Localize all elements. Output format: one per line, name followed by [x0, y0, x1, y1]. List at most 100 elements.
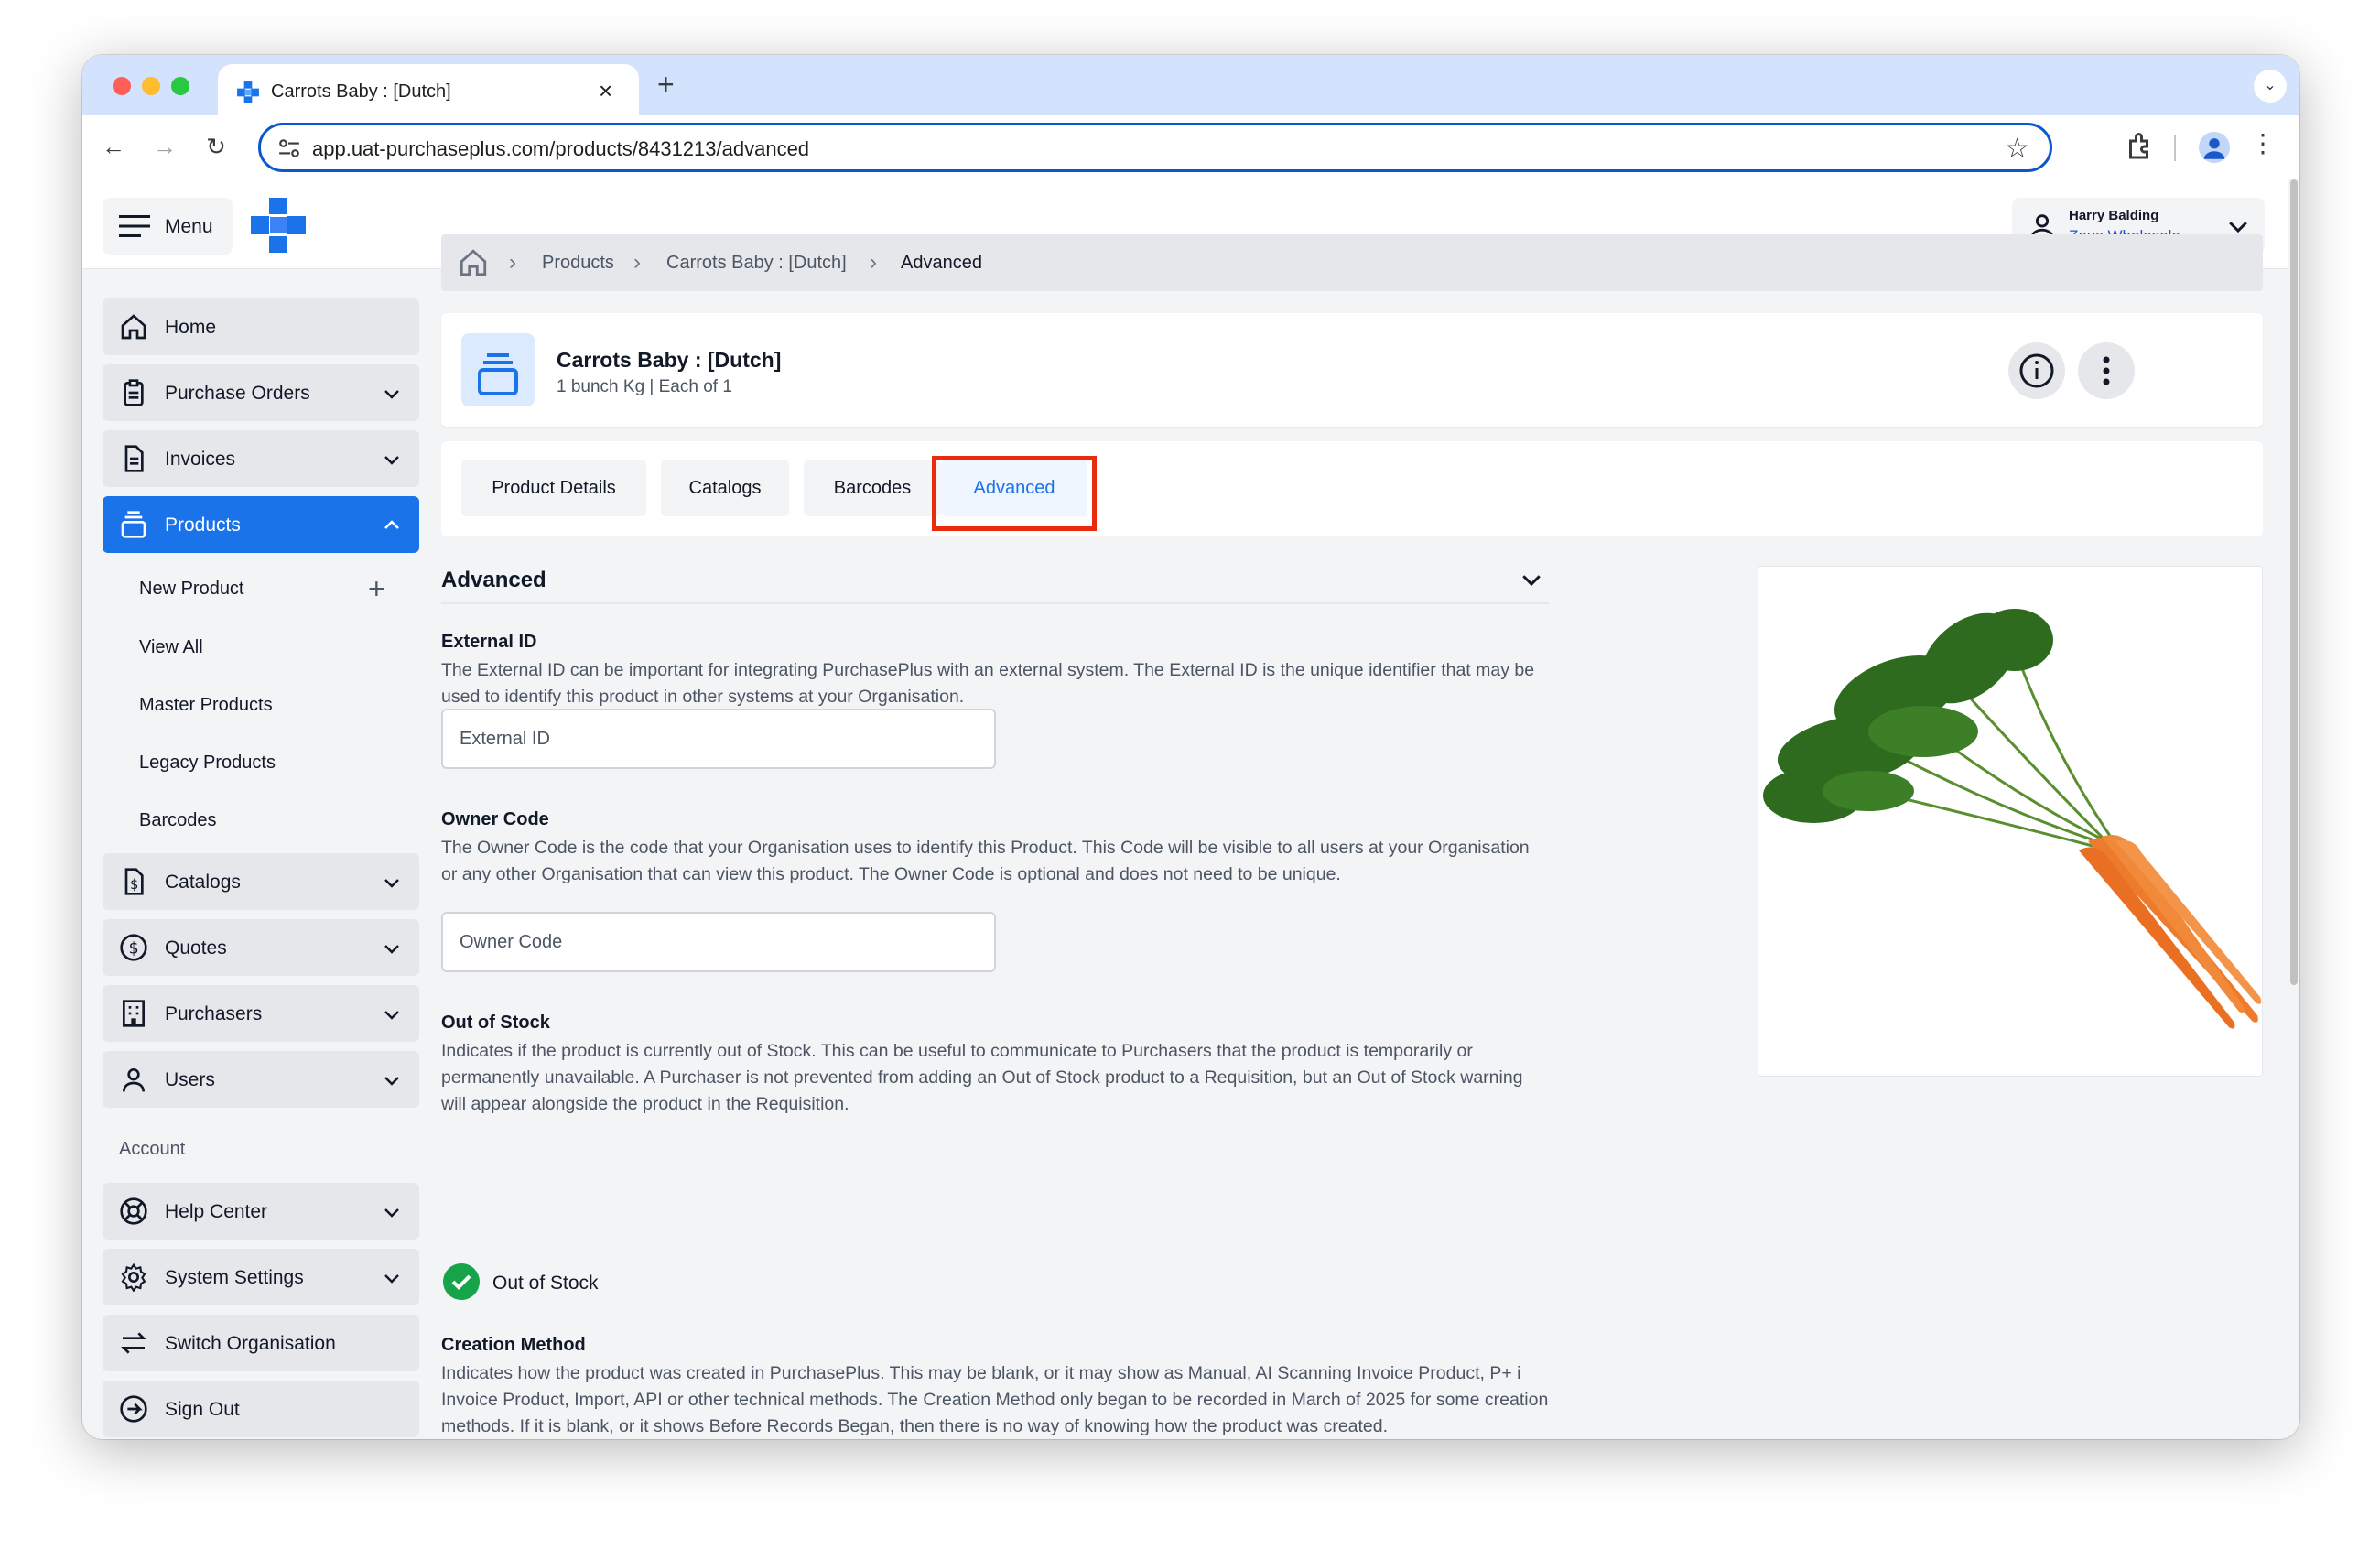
sidebar-item-help-center[interactable]: Help Center — [103, 1183, 419, 1240]
owner-code-help: The Owner Code is the code that your Org… — [441, 838, 1530, 884]
tab-strip: Carrots Baby : [Dutch] × + ⌄ — [82, 55, 2299, 115]
bookmark-star-icon[interactable]: ☆ — [2005, 133, 2029, 165]
address-bar[interactable]: app.uat-purchaseplus.com/products/843121… — [258, 123, 2052, 172]
sidebar-item-label: Products — [165, 515, 241, 536]
home-icon — [121, 314, 146, 340]
out-of-stock-help: Indicates if the product is currently ou… — [441, 1041, 1523, 1114]
product-header-card: Carrots Baby : [Dutch] 1 bunch Kg | Each… — [441, 313, 2263, 427]
chevron-down-icon — [384, 879, 399, 888]
highlight-annotation — [932, 456, 1097, 531]
new-tab-button[interactable]: + — [657, 70, 675, 99]
tab-search-button[interactable]: ⌄ — [2254, 70, 2287, 103]
account-section-heading: Account — [119, 1139, 186, 1159]
maximize-window-button[interactable] — [171, 77, 189, 95]
owner-code-input[interactable] — [441, 912, 996, 972]
out-of-stock-checkbox[interactable] — [443, 1263, 480, 1300]
chevron-down-icon — [384, 1077, 399, 1086]
product-title: Carrots Baby : [Dutch] — [557, 348, 782, 372]
sidebar-item-products[interactable]: Products — [103, 496, 419, 553]
sidebar-item-label: Help Center — [165, 1201, 268, 1222]
products-icon — [478, 353, 518, 395]
profile-avatar[interactable] — [2199, 132, 2230, 163]
scrollbar-thumb[interactable] — [2290, 179, 2298, 985]
checkmark-icon — [451, 1274, 471, 1290]
sidebar-item-system-settings[interactable]: System Settings — [103, 1249, 419, 1305]
sidebar-item-purchase-orders[interactable]: Purchase Orders — [103, 364, 419, 421]
tab-barcodes[interactable]: Barcodes — [804, 460, 941, 516]
product-subtitle: 1 bunch Kg | Each of 1 — [557, 377, 732, 396]
sidebar-sub-new-product[interactable]: New Product — [139, 579, 244, 600]
breadcrumb-current: Advanced — [901, 253, 982, 273]
menu-label: Menu — [165, 216, 213, 237]
favicon-icon — [237, 81, 259, 103]
chevron-down-icon — [384, 1011, 399, 1020]
purchaseplus-logo[interactable] — [251, 198, 306, 253]
tab-catalogs[interactable]: Catalogs — [661, 460, 789, 516]
sidebar-item-invoices[interactable]: Invoices — [103, 430, 419, 487]
sidebar-sub-legacy-products[interactable]: Legacy Products — [139, 753, 276, 774]
minimize-window-button[interactable] — [142, 77, 160, 95]
kebab-icon — [2103, 356, 2110, 385]
sidebar-item-label: Purchasers — [165, 1003, 263, 1024]
switch-icon — [121, 1332, 146, 1354]
advanced-section-header[interactable]: Advanced — [441, 555, 1549, 604]
catalog-icon: $ — [124, 868, 144, 895]
owner-code-label: Owner Code — [441, 809, 549, 829]
user-name: Harry Balding — [2069, 208, 2159, 223]
sidebar-item-catalogs[interactable]: $ Catalogs — [103, 853, 419, 910]
forward-button[interactable]: → — [148, 130, 181, 163]
reload-button[interactable]: ↻ — [200, 130, 233, 163]
sidebar-item-home[interactable]: Home — [103, 298, 419, 355]
add-icon[interactable]: + — [368, 574, 385, 603]
sidebar-item-switch-organisation[interactable]: Switch Organisation — [103, 1315, 419, 1371]
chevron-down-icon — [384, 1208, 399, 1218]
chevron-down-icon — [1522, 575, 1541, 587]
browser-menu-icon[interactable]: ⋮ — [2250, 128, 2276, 158]
extensions-icon[interactable] — [2124, 130, 2157, 163]
back-button[interactable]: ← — [97, 130, 130, 163]
url-text: app.uat-purchaseplus.com/products/843121… — [312, 137, 810, 160]
out-of-stock-checkbox-label[interactable]: Out of Stock — [492, 1273, 599, 1294]
page-scrollbar[interactable] — [2288, 179, 2299, 1439]
menu-button[interactable]: Menu — [103, 198, 233, 255]
breadcrumb-products[interactable]: Products — [542, 253, 614, 274]
close-tab-icon[interactable]: × — [599, 77, 612, 105]
sidebar-item-label: Sign Out — [165, 1399, 240, 1420]
sidebar-item-purchasers[interactable]: Purchasers — [103, 985, 419, 1042]
svg-text:$: $ — [130, 877, 138, 893]
sidebar-item-label: Users — [165, 1069, 215, 1090]
sidebar-item-quotes[interactable]: $ Quotes — [103, 919, 419, 976]
building-icon — [123, 1000, 145, 1027]
dollar-circle-icon: $ — [120, 934, 147, 961]
sidebar-sub-master-products[interactable]: Master Products — [139, 695, 273, 716]
section-title: Advanced — [441, 568, 546, 592]
sidebar-item-users[interactable]: Users — [103, 1051, 419, 1108]
chevron-down-icon — [384, 390, 399, 399]
info-button[interactable] — [2008, 342, 2065, 399]
gear-icon — [121, 1262, 146, 1292]
browser-tab[interactable]: Carrots Baby : [Dutch] × — [218, 64, 639, 115]
product-tabs: Product Details Catalogs Barcodes Advanc… — [441, 441, 2263, 536]
product-thumbnail — [461, 333, 535, 406]
sidebar-sub-barcodes[interactable]: Barcodes — [139, 810, 217, 831]
chevron-down-icon — [384, 456, 399, 465]
browser-window: Carrots Baby : [Dutch] × + ⌄ ← → ↻ app.u… — [82, 55, 2299, 1439]
breadcrumb-product[interactable]: Carrots Baby : [Dutch] — [666, 253, 847, 274]
sidebar-item-label: System Settings — [165, 1267, 304, 1288]
sidebar-item-label: Catalogs — [165, 872, 241, 893]
products-icon — [121, 511, 146, 538]
site-settings-icon[interactable] — [277, 136, 301, 160]
sidebar: Home Purchase Orders Invoices Products N… — [103, 269, 421, 1439]
close-window-button[interactable] — [113, 77, 131, 95]
chevron-down-icon — [384, 1274, 399, 1284]
creation-method-help: Indicates how the product was created in… — [441, 1363, 1549, 1436]
more-options-button[interactable] — [2078, 342, 2135, 399]
sidebar-item-sign-out[interactable]: Sign Out — [103, 1381, 419, 1437]
carrot-image — [1763, 609, 2262, 1029]
tab-product-details[interactable]: Product Details — [461, 460, 646, 516]
home-icon[interactable] — [458, 247, 489, 278]
sidebar-item-label: Home — [165, 317, 217, 338]
browser-toolbar: ← → ↻ app.uat-purchaseplus.com/products/… — [82, 115, 2299, 179]
external-id-input[interactable] — [441, 709, 996, 769]
sidebar-sub-view-all[interactable]: View All — [139, 637, 203, 658]
